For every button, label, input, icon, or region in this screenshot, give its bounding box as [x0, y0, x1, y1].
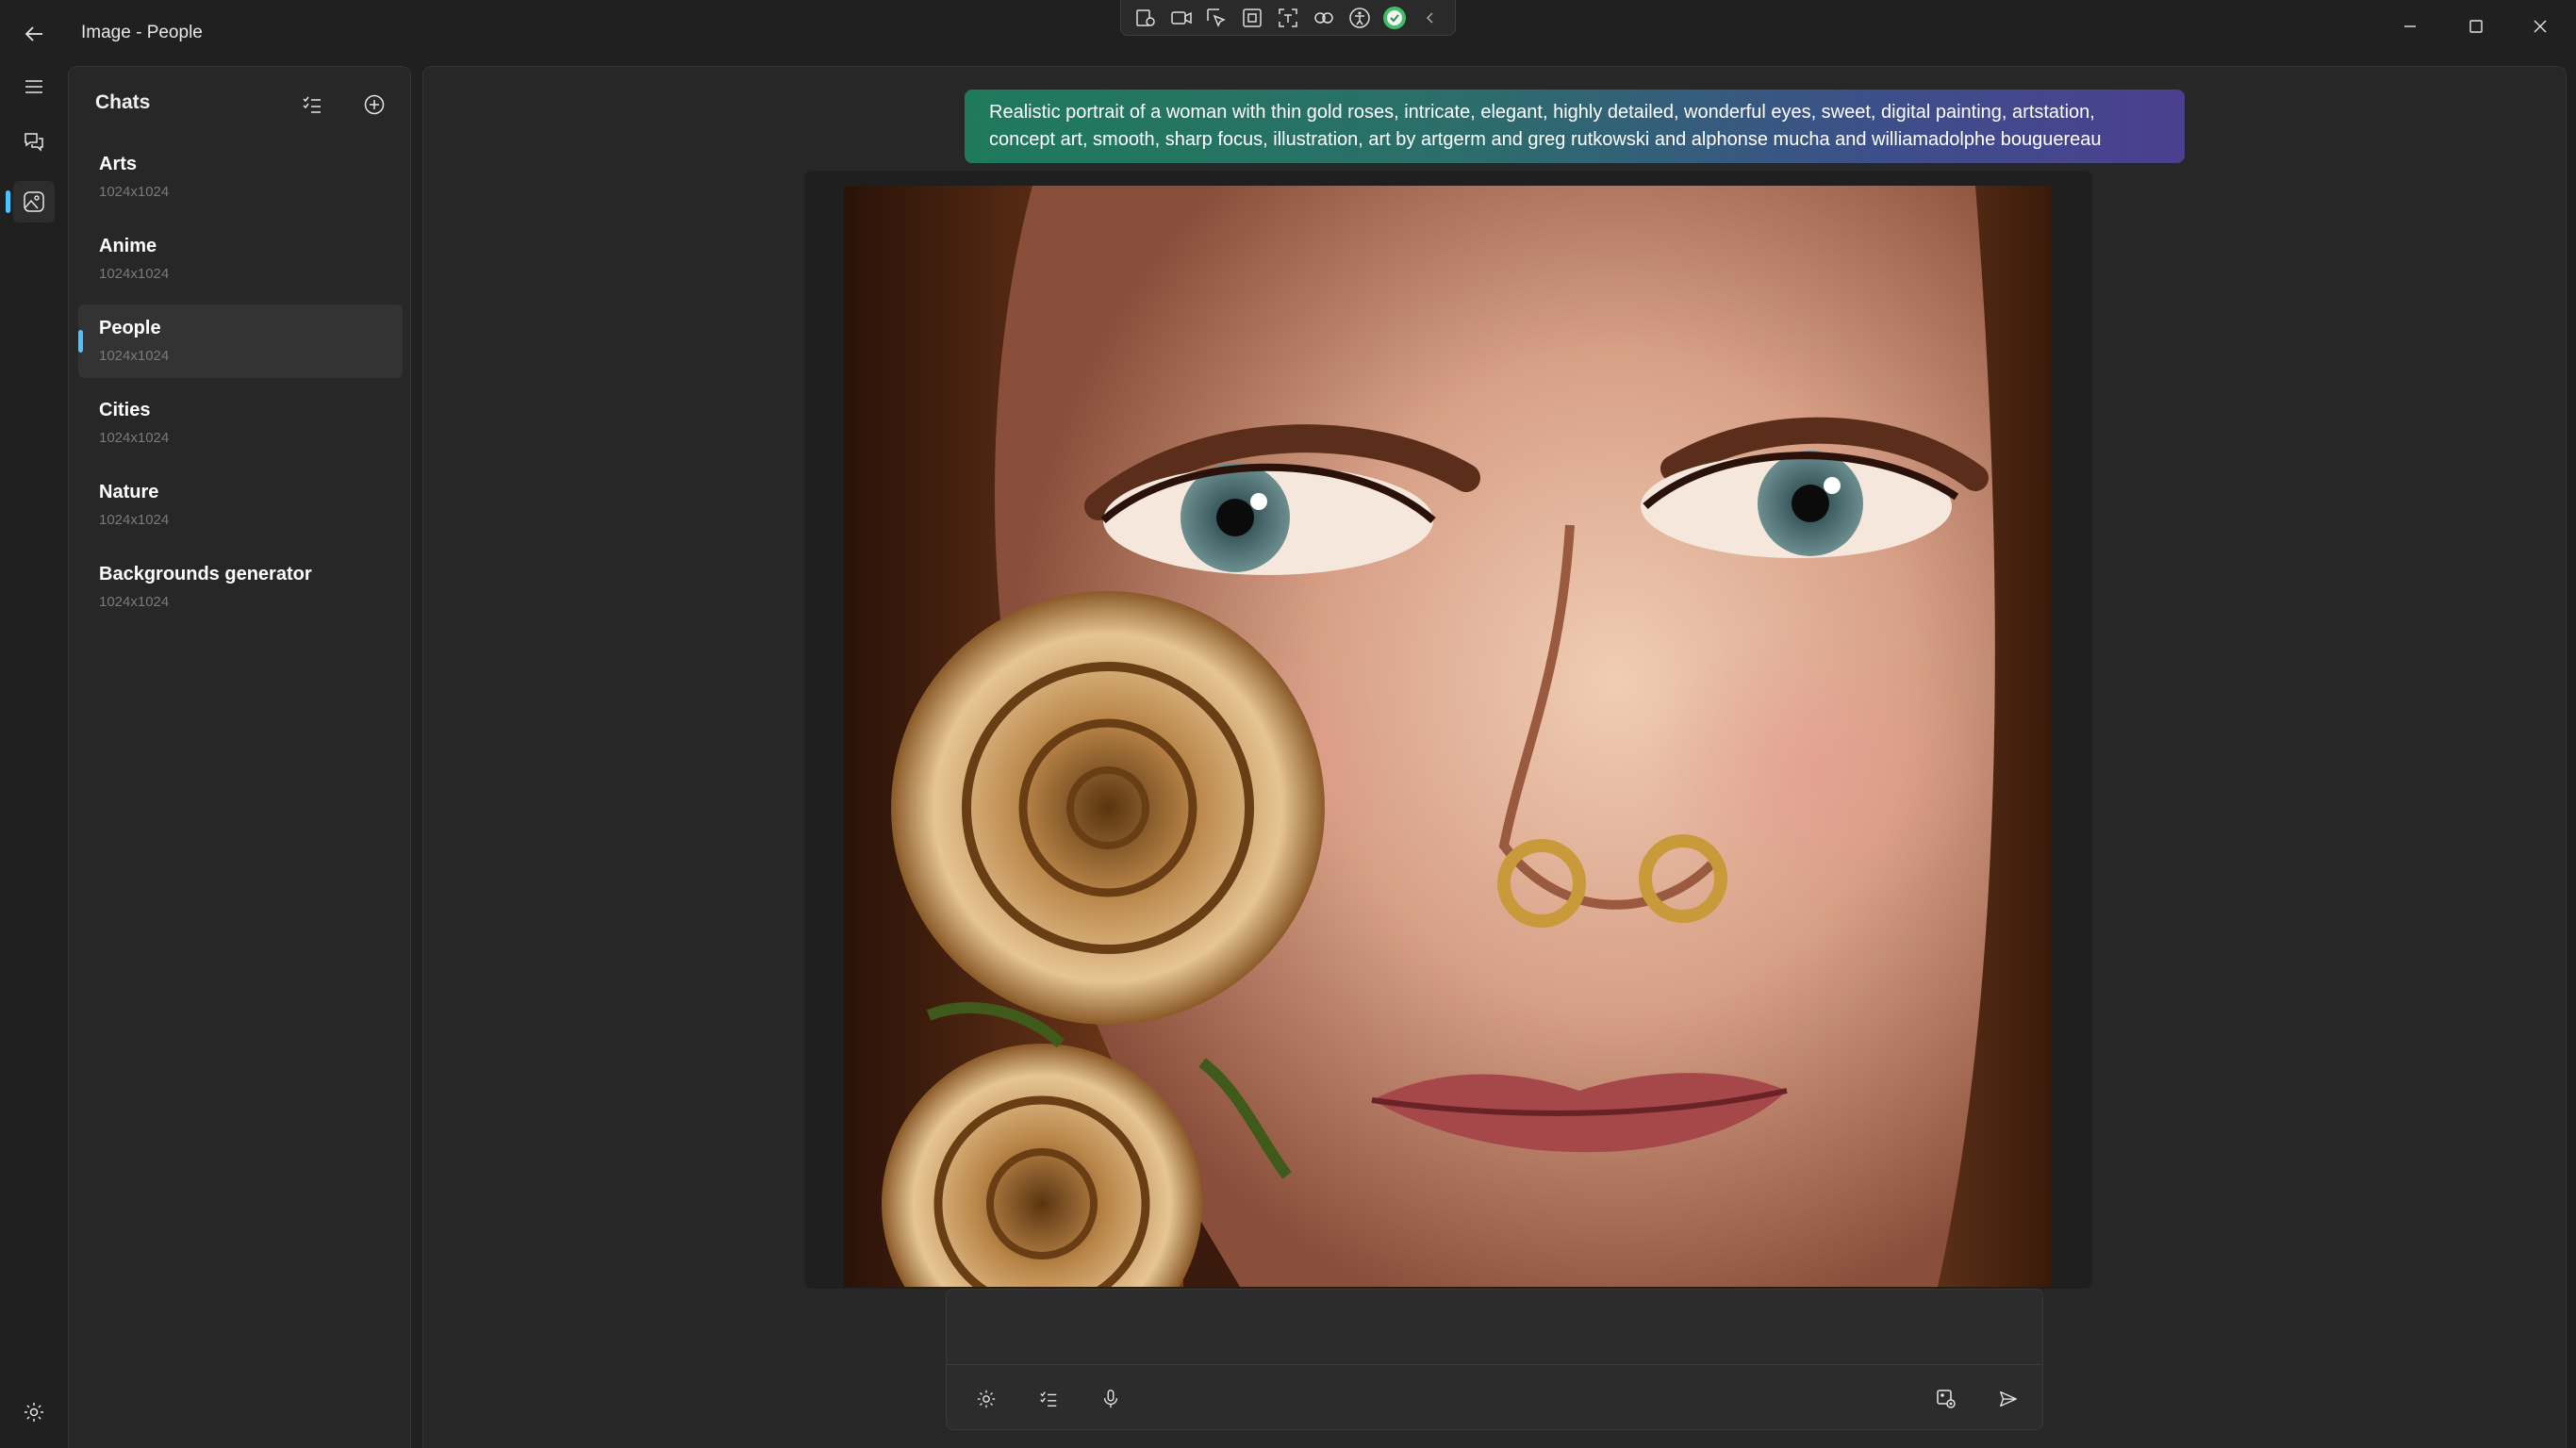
- checklist-icon: [303, 96, 321, 113]
- chat-item-size: 1024x1024: [99, 594, 170, 610]
- chats-panel: Chats Arts 1024x1024 Anime 1024x1024 Peo…: [68, 66, 411, 1448]
- settings-gear-icon: [25, 1403, 43, 1422]
- chat-item-name: Arts: [99, 154, 138, 174]
- chat-item-cities[interactable]: Cities 1024x1024: [78, 387, 403, 460]
- send-button[interactable]: [1988, 1378, 2029, 1420]
- image-settings-icon: [1937, 1390, 1956, 1408]
- send-icon: [2000, 1390, 2017, 1407]
- composer-settings-button[interactable]: [966, 1378, 1007, 1420]
- add-circle-icon: [364, 94, 385, 115]
- minimize-button[interactable]: [2382, 6, 2438, 47]
- chat-item-name: Backgrounds generator: [99, 564, 312, 584]
- window-title: Image - People: [81, 23, 203, 42]
- message-composer: [946, 1289, 2043, 1430]
- selected-indicator: [78, 330, 83, 353]
- image-frame: [804, 171, 2092, 1289]
- settings-button[interactable]: [13, 1391, 55, 1433]
- navigation-rail: [0, 66, 68, 1448]
- chat-item-people[interactable]: People 1024x1024: [78, 304, 403, 378]
- prompt-message: Realistic portrait of a woman with thin …: [965, 90, 2185, 163]
- conversation-panel: Realistic portrait of a woman with thin …: [422, 66, 2567, 1448]
- chat-icon: [25, 133, 43, 152]
- chat-item-backgrounds-generator[interactable]: Backgrounds generator 1024x1024: [78, 551, 403, 624]
- maximize-icon: [2469, 20, 2483, 33]
- markup-icon[interactable]: [1309, 2, 1339, 34]
- chat-item-size: 1024x1024: [99, 430, 170, 446]
- image-settings-button[interactable]: [1925, 1378, 1967, 1420]
- new-chat-button[interactable]: [355, 86, 393, 123]
- hamburger-menu-button[interactable]: [13, 66, 55, 107]
- back-button[interactable]: [13, 13, 55, 55]
- capture-toolbar: [1120, 0, 1456, 36]
- rail-active-indicator: [6, 190, 10, 213]
- microphone-button[interactable]: [1090, 1378, 1131, 1420]
- hamburger-menu-icon: [25, 80, 42, 93]
- image-gen-icon: [24, 191, 44, 212]
- chat-item-arts[interactable]: Arts 1024x1024: [78, 140, 403, 214]
- chats-filter-button[interactable]: [293, 86, 331, 123]
- select-region-icon[interactable]: [1202, 2, 1232, 34]
- rail-chat-button[interactable]: [13, 121, 55, 162]
- window-capture-icon[interactable]: [1237, 2, 1267, 34]
- chat-item-name: Cities: [99, 400, 151, 420]
- text-extract-icon[interactable]: [1273, 2, 1303, 34]
- screenshot-icon[interactable]: [1131, 2, 1161, 34]
- video-record-icon[interactable]: [1166, 2, 1197, 34]
- checklist-icon: [1040, 1391, 1057, 1407]
- back-arrow-icon: [25, 26, 42, 41]
- message-input[interactable]: [947, 1290, 2042, 1365]
- chat-item-name: People: [99, 318, 161, 338]
- chat-item-size: 1024x1024: [99, 266, 170, 282]
- rail-image-button[interactable]: [13, 181, 55, 222]
- chat-item-anime[interactable]: Anime 1024x1024: [78, 222, 403, 296]
- chat-item-size: 1024x1024: [99, 184, 170, 200]
- close-icon: [2534, 20, 2547, 33]
- collapse-chevron-icon[interactable]: [1415, 2, 1445, 34]
- accessibility-icon[interactable]: [1345, 2, 1375, 34]
- minimize-icon: [2404, 25, 2416, 27]
- app-window: Image - People Chats Arts 1024x1024 Anim…: [0, 0, 2576, 1448]
- maximize-button[interactable]: [2448, 6, 2504, 47]
- settings-gear-icon: [977, 1390, 996, 1408]
- chats-title: Chats: [95, 91, 151, 113]
- chat-item-size: 1024x1024: [99, 348, 170, 364]
- status-ok-icon[interactable]: [1379, 2, 1410, 34]
- chat-item-name: Anime: [99, 236, 157, 256]
- generated-portrait-image[interactable]: [844, 186, 2051, 1287]
- microphone-icon: [1103, 1390, 1118, 1408]
- chat-item-name: Nature: [99, 482, 159, 502]
- close-button[interactable]: [2512, 6, 2568, 47]
- chat-item-nature[interactable]: Nature 1024x1024: [78, 469, 403, 542]
- composer-checklist-button[interactable]: [1028, 1378, 1069, 1420]
- chat-item-size: 1024x1024: [99, 512, 170, 528]
